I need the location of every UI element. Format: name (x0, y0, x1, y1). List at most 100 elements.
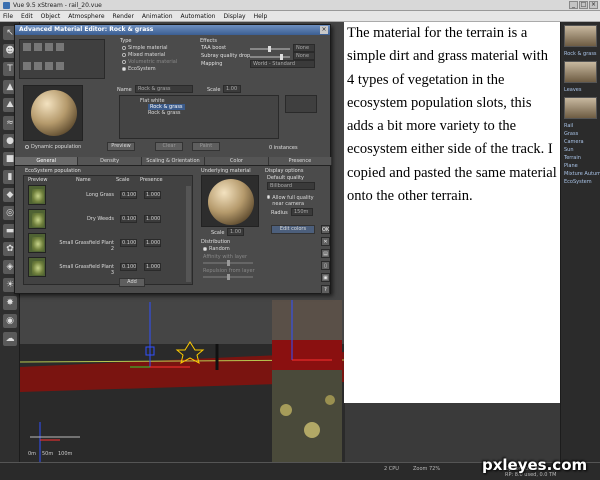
perspective-view[interactable] (272, 300, 342, 462)
cancel-button[interactable]: ✕ (321, 237, 330, 246)
panel-label[interactable]: Grass (561, 130, 600, 138)
menu-edit[interactable]: Edit (21, 13, 33, 20)
menu-atmosphere[interactable]: Atmosphere (68, 13, 104, 20)
edit-colors-button[interactable]: Edit colors (271, 225, 315, 234)
save-material-icon[interactable]: ▣ (321, 273, 330, 282)
eco-presence[interactable]: 1.000 (144, 263, 161, 271)
rotate-icon[interactable] (34, 62, 42, 70)
eco-presence[interactable]: 1.000 (144, 215, 161, 223)
material-thumb[interactable] (564, 61, 597, 83)
menu-animation[interactable]: Animation (142, 13, 173, 20)
open-icon[interactable] (23, 43, 31, 51)
tree-item[interactable]: Rock & grass (148, 110, 181, 116)
plant-thumb (28, 257, 46, 277)
eco-scale[interactable]: 0.100 (120, 263, 137, 271)
panel-label[interactable]: Sun (561, 146, 600, 154)
menu-file[interactable]: File (3, 13, 13, 20)
affinity-slider[interactable] (203, 260, 253, 266)
add-plant-button[interactable]: Add (119, 278, 145, 287)
paint-button[interactable]: Paint (192, 142, 220, 151)
panel-label[interactable]: Rock & grass (561, 50, 600, 58)
close-window-button[interactable]: × (589, 1, 598, 9)
panel-label[interactable]: Plane (561, 162, 600, 170)
repulsion-slider[interactable] (203, 274, 253, 280)
mapping-select[interactable]: World - Standard (250, 60, 315, 68)
eco-row[interactable]: Long Grass 0.100 1.000 (28, 185, 183, 207)
menu-object[interactable]: Object (41, 13, 61, 20)
copy-icon[interactable] (45, 43, 53, 51)
editor-toolbar (19, 39, 105, 79)
material-thumb[interactable] (564, 25, 597, 47)
subray-field[interactable]: None (293, 52, 315, 60)
material-thumb[interactable] (564, 97, 597, 119)
panel-label[interactable]: EcoSystem (561, 178, 600, 186)
eco-scale[interactable]: 0.100 (120, 239, 137, 247)
eco-row[interactable]: Small Grassfield Plant 2 0.100 1.000 (28, 233, 183, 255)
quality-select[interactable]: Billboard (267, 182, 315, 190)
eco-scale[interactable]: 0.100 (120, 215, 137, 223)
menu-automation[interactable]: Automation (181, 13, 216, 20)
underlying-scale-field[interactable]: 1.00 (227, 228, 244, 236)
paste-icon[interactable] (56, 43, 64, 51)
tab-presence[interactable]: Presence (268, 157, 333, 165)
app-icon (3, 1, 10, 9)
camera-icon[interactable]: ◉ (3, 314, 17, 328)
name-field[interactable]: Rock & grass (135, 85, 193, 93)
move-icon[interactable] (23, 62, 31, 70)
underlying-sphere (208, 179, 254, 225)
status-zoom: Zoom 72% (413, 466, 441, 472)
panel-label[interactable]: Leaves (561, 86, 600, 94)
maximize-button[interactable]: □ (579, 1, 588, 9)
eco-scrollbar[interactable] (186, 186, 191, 282)
name-label: Name (117, 87, 132, 93)
load-icon[interactable]: ▤ (321, 249, 330, 258)
watermark-logo: pxleyes.com (482, 456, 588, 474)
scale-field[interactable]: 1.00 (223, 85, 241, 93)
help-icon[interactable]: ? (321, 285, 330, 294)
tab-general[interactable]: General (15, 157, 79, 165)
panel-label[interactable]: Rail (561, 122, 600, 130)
layer-thumb[interactable] (285, 95, 317, 113)
clear-button[interactable]: Clear (155, 142, 183, 151)
type-volumetric-radio[interactable]: Volumetric material (122, 59, 177, 65)
panel-label[interactable]: Camera (561, 138, 600, 146)
type-mixed-radio[interactable]: Mixed material (122, 52, 165, 58)
eco-row[interactable]: Small Grassfield Plant 3 0.100 1.000 (28, 257, 183, 279)
light-icon[interactable]: ✸ (3, 296, 17, 310)
menu-display[interactable]: Display (223, 13, 245, 20)
tab-color[interactable]: Color (205, 157, 269, 165)
eco-presence[interactable]: 1.000 (144, 239, 161, 247)
paint-brush-icon[interactable] (56, 62, 64, 70)
material-preview[interactable] (23, 85, 83, 141)
taa-field[interactable]: None (293, 44, 315, 52)
dialog-close-button[interactable]: × (320, 26, 328, 34)
new-icon[interactable]: ▯ (321, 261, 330, 270)
panel-label[interactable]: Terrain (561, 154, 600, 162)
allow-full-quality-checkbox[interactable]: Allow full quality near camera (267, 195, 319, 207)
cloud-icon[interactable]: ☁ (3, 332, 17, 346)
ok-button[interactable]: OK (321, 225, 330, 234)
material-layer-tree: Flat white Rock & grass Rock & grass (119, 95, 279, 139)
type-simple-radio[interactable]: Simple material (122, 45, 168, 51)
subray-slider[interactable] (250, 54, 290, 60)
tab-density[interactable]: Density (78, 157, 142, 165)
eco-section-label: EcoSystem population (25, 168, 81, 174)
dynamic-population-checkbox[interactable]: Dynamic population (25, 144, 81, 150)
eco-presence[interactable]: 1.000 (144, 191, 161, 199)
material-editor-dialog: Advanced Material Editor: Rock & grass ×… (14, 24, 333, 294)
save-icon[interactable] (34, 43, 42, 51)
eco-scale[interactable]: 0.100 (120, 191, 137, 199)
scale-icon[interactable] (45, 62, 53, 70)
taa-slider[interactable] (250, 46, 290, 52)
underlying-preview[interactable] (201, 175, 259, 227)
menu-help[interactable]: Help (254, 13, 268, 20)
minimize-button[interactable]: _ (569, 1, 578, 9)
eco-row[interactable]: Dry Weeds 0.100 1.000 (28, 209, 183, 231)
tab-scaling[interactable]: Scaling & Orientation (141, 157, 206, 165)
preview-button[interactable]: Preview (107, 142, 135, 151)
panel-label[interactable]: Mixture Autumn E (561, 170, 600, 178)
random-radio[interactable]: Random (203, 246, 230, 252)
type-ecosystem-radio[interactable]: EcoSystem (122, 66, 156, 72)
menu-render[interactable]: Render (113, 13, 134, 20)
radius-field[interactable]: 150m (291, 208, 313, 216)
